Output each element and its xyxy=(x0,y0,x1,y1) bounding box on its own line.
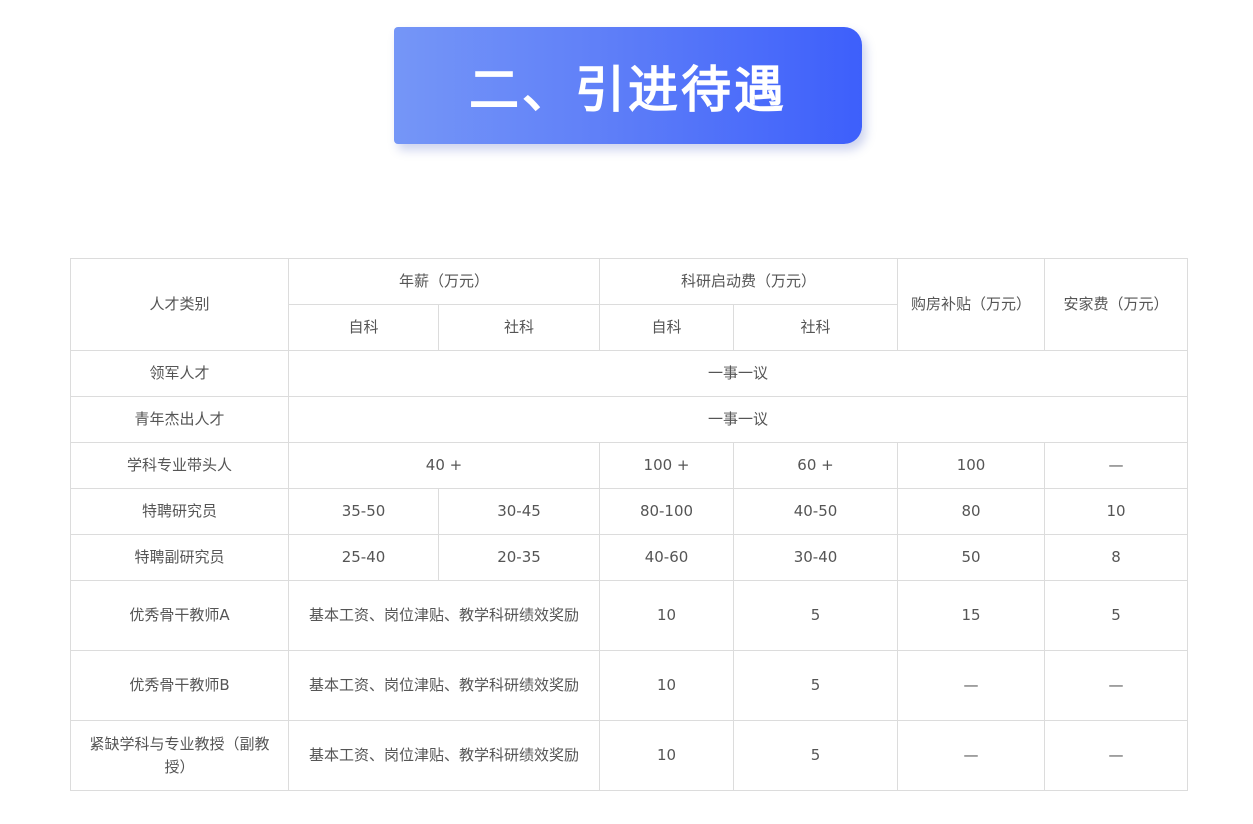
header-housing: 购房补贴（万元） xyxy=(897,258,1046,351)
row-fund-social: 5 xyxy=(733,650,899,721)
row-fund-science: 10 xyxy=(599,720,735,791)
row-salary: 基本工资、岗位津贴、教学科研绩效奖励 xyxy=(287,720,601,791)
row-housing: — xyxy=(897,650,1046,721)
row-salary: 基本工资、岗位津贴、教学科研绩效奖励 xyxy=(287,650,601,721)
row-salary: 40 + xyxy=(287,442,601,489)
row-housing: 15 xyxy=(897,580,1046,651)
row-housing: 80 xyxy=(897,488,1046,535)
table-row: 学科专业带头人 40 + 100 + 60 + 100 — xyxy=(70,442,1189,489)
row-category: 优秀骨干教师A xyxy=(70,580,289,651)
row-category: 领军人才 xyxy=(70,350,289,397)
row-salary-science: 35-50 xyxy=(288,488,439,535)
section-title: 二、引进待遇 xyxy=(469,60,787,119)
table-row: 紧缺学科与专业教授（副教授） 基本工资、岗位津贴、教学科研绩效奖励 10 5 —… xyxy=(70,720,1189,791)
table-row: 青年杰出人才 一事一议 xyxy=(70,396,1189,443)
header-salary: 年薪（万元） xyxy=(287,258,601,305)
row-fund-social: 5 xyxy=(733,720,899,791)
subheader-salary-social: 社科 xyxy=(437,304,601,351)
row-fund-science: 10 xyxy=(599,650,735,721)
table-row: 领军人才 一事一议 xyxy=(70,350,1189,397)
row-fund-social: 5 xyxy=(733,580,899,651)
row-category: 学科专业带头人 xyxy=(70,442,289,489)
row-merged-cell: 一事一议 xyxy=(287,350,1189,397)
subheader-fund-social: 社科 xyxy=(733,304,899,351)
row-housing: — xyxy=(897,720,1046,791)
row-category: 特聘副研究员 xyxy=(70,534,289,581)
row-salary-social: 30-45 xyxy=(437,488,601,535)
table-row: 优秀骨干教师A 基本工资、岗位津贴、教学科研绩效奖励 10 5 15 5 xyxy=(70,580,1189,651)
row-settling: — xyxy=(1044,650,1189,721)
row-settling: 5 xyxy=(1044,580,1189,651)
row-merged-cell: 一事一议 xyxy=(287,396,1189,443)
row-fund-social: 60 + xyxy=(733,442,899,489)
row-fund-science: 100 + xyxy=(599,442,735,489)
header-settling: 安家费（万元） xyxy=(1044,258,1189,351)
row-housing: 50 xyxy=(897,534,1046,581)
row-fund-science: 40-60 xyxy=(599,534,735,581)
table-row: 特聘研究员 35-50 30-45 80-100 40-50 80 10 xyxy=(70,488,1189,535)
row-fund-science: 80-100 xyxy=(599,488,735,535)
row-fund-social: 40-50 xyxy=(733,488,899,535)
table-row: 特聘副研究员 25-40 20-35 40-60 30-40 50 8 xyxy=(70,534,1189,581)
row-fund-social: 30-40 xyxy=(733,534,899,581)
row-settling: — xyxy=(1044,442,1189,489)
subheader-salary-science: 自科 xyxy=(288,304,439,351)
row-fund-science: 10 xyxy=(599,580,735,651)
subheader-fund-science: 自科 xyxy=(599,304,735,351)
header-category: 人才类别 xyxy=(70,258,289,351)
row-category: 优秀骨干教师B xyxy=(70,650,289,721)
row-salary-science: 25-40 xyxy=(288,534,439,581)
row-category: 青年杰出人才 xyxy=(70,396,289,443)
header-startup-fund: 科研启动费（万元） xyxy=(599,258,899,305)
row-settling: — xyxy=(1044,720,1189,791)
table-row: 优秀骨干教师B 基本工资、岗位津贴、教学科研绩效奖励 10 5 — — xyxy=(70,650,1189,721)
row-category: 特聘研究员 xyxy=(70,488,289,535)
row-housing: 100 xyxy=(897,442,1046,489)
row-settling: 8 xyxy=(1044,534,1189,581)
row-salary-social: 20-35 xyxy=(437,534,601,581)
section-banner: 二、引进待遇 xyxy=(394,27,862,144)
benefits-table: 人才类别 年薪（万元） 科研启动费（万元） 购房补贴（万元） 安家费（万元） 自… xyxy=(70,258,1189,791)
table-header-row: 人才类别 年薪（万元） 科研启动费（万元） 购房补贴（万元） 安家费（万元） xyxy=(70,258,1189,351)
row-settling: 10 xyxy=(1044,488,1189,535)
row-category: 紧缺学科与专业教授（副教授） xyxy=(70,720,289,791)
row-salary: 基本工资、岗位津贴、教学科研绩效奖励 xyxy=(287,580,601,651)
